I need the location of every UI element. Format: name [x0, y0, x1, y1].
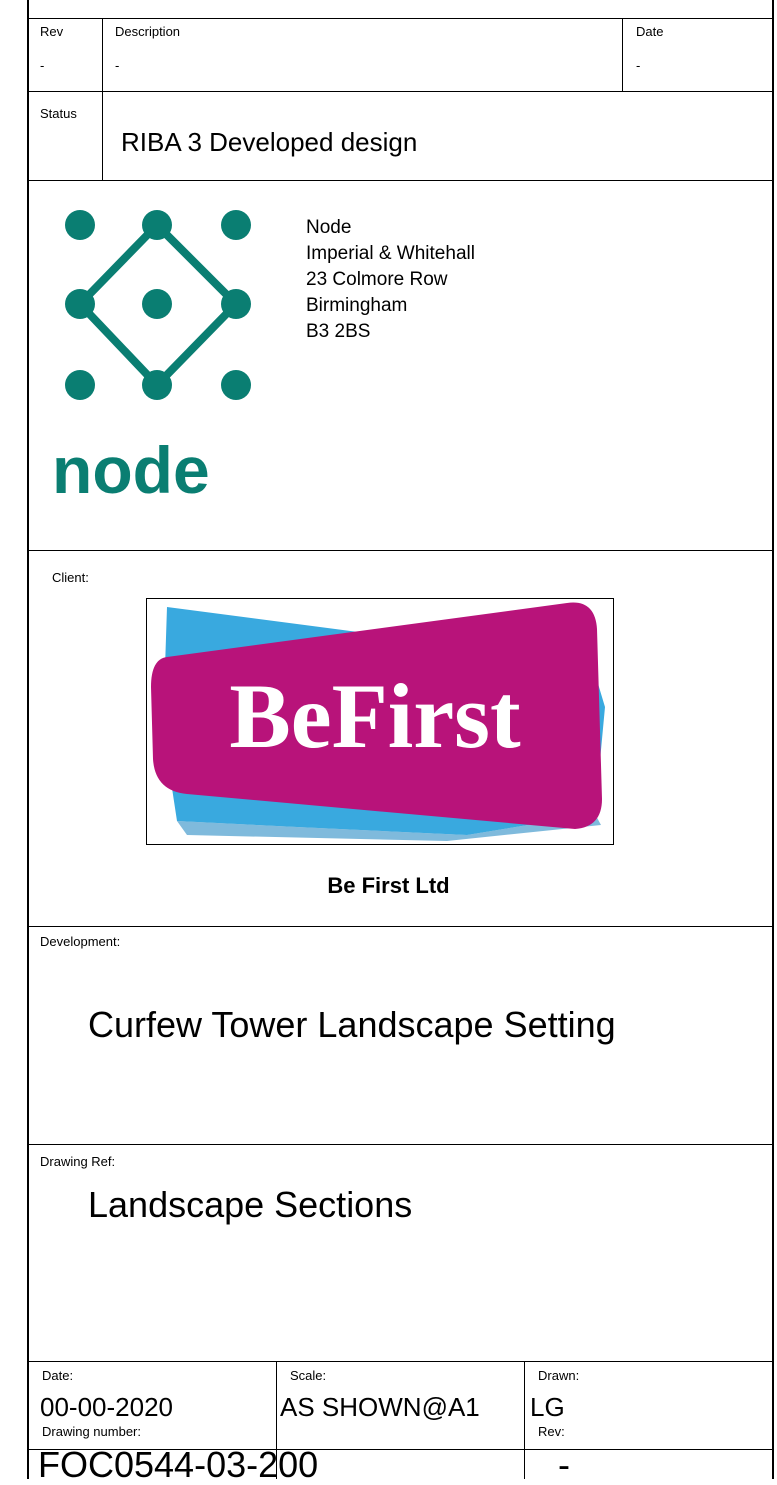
drawing-ref-value: Landscape Sections [88, 1184, 413, 1225]
divider [102, 18, 103, 180]
node-logo-dots [65, 210, 251, 400]
scale-label: Scale: [290, 1368, 327, 1383]
divider [622, 18, 623, 91]
divider [27, 1361, 774, 1362]
development-value: Curfew Tower Landscape Setting [88, 1004, 616, 1045]
client-logo: BeFirst [146, 598, 614, 845]
date-header: Date [636, 24, 664, 39]
address-line: Node [306, 217, 352, 238]
divider [27, 18, 774, 19]
divider [524, 1449, 525, 1479]
architect-address: Node Imperial & Whitehall 23 Colmore Row… [306, 215, 475, 345]
divider [27, 1144, 774, 1145]
divider [27, 550, 774, 551]
drawing-number-label: Drawing number: [42, 1424, 145, 1439]
status-label: Status [40, 106, 77, 121]
divider [524, 1361, 525, 1449]
rev-value: - [40, 58, 45, 73]
status-value: RIBA 3 Developed design [121, 127, 418, 157]
drawn-value: LG [530, 1392, 565, 1422]
date-field-value: 00-00-2020 [40, 1392, 173, 1422]
divider [27, 91, 774, 92]
client-label: Client: [52, 570, 89, 585]
date-label: Date: [42, 1368, 74, 1383]
drawing-rev-value: - [558, 1444, 570, 1485]
divider [27, 180, 774, 181]
description-header: Description [115, 24, 181, 39]
date-value: - [636, 58, 641, 73]
drawing-ref-label: Drawing Ref: [40, 1154, 116, 1169]
node-logo-text: node [52, 433, 210, 500]
drawn-label: Drawn: [538, 1368, 580, 1383]
scale-value: AS SHOWN@A1 [280, 1392, 480, 1422]
divider [27, 926, 774, 927]
description-value: - [115, 58, 120, 73]
client-logo-text: BeFirst [229, 665, 521, 767]
drawing-number-value: FOC0544-03-200 [38, 1444, 319, 1485]
address-line: B3 2BS [306, 321, 371, 342]
address-line: Birmingham [306, 295, 408, 316]
address-line: 23 Colmore Row [306, 269, 448, 290]
divider [276, 1361, 277, 1449]
client-name: Be First Ltd [327, 873, 450, 898]
address-line: Imperial & Whitehall [306, 243, 475, 264]
frame-left [27, 0, 29, 1479]
frame-right [772, 0, 774, 1479]
rev-header: Rev [40, 24, 64, 39]
node-logo: node [52, 210, 251, 500]
drawing-rev-label: Rev: [538, 1424, 569, 1439]
development-label: Development: [40, 934, 121, 949]
